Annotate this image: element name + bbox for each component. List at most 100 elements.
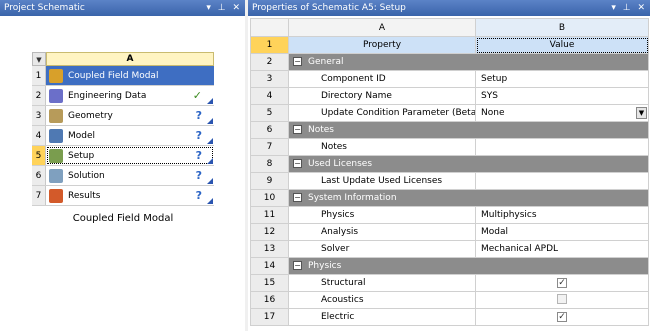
checkbox-unchecked[interactable] <box>557 293 567 304</box>
property-header: Property <box>288 36 476 54</box>
collapse-button[interactable]: ▼ <box>32 52 46 66</box>
system-row[interactable]: 1 Coupled Field Modal <box>32 66 214 86</box>
collapse-icon[interactable]: − <box>293 159 302 168</box>
section-row: 6 − Notes <box>250 121 649 139</box>
component-icon <box>49 148 63 163</box>
value-cell[interactable] <box>475 138 649 156</box>
property-name[interactable]: Structural <box>288 274 476 292</box>
context-corner-icon <box>207 158 213 164</box>
section-header[interactable]: − General <box>288 53 649 71</box>
panel-controls[interactable]: ▾ ⊥ ✕ <box>611 0 647 16</box>
property-name[interactable]: Last Update Used Licenses <box>288 172 476 190</box>
section-header[interactable]: − System Information <box>288 189 649 207</box>
collapse-icon[interactable]: − <box>293 193 302 202</box>
value-cell[interactable]: ✓ <box>475 308 649 326</box>
properties-grid: A B 1 Property Value 2 − General 3 Compone… <box>250 18 649 326</box>
section-header[interactable]: − Notes <box>288 121 649 139</box>
system-row[interactable]: 3 Geometry ? <box>32 106 214 126</box>
project-schematic-header: Project Schematic ▾ ⊥ ✕ <box>0 0 245 16</box>
value-cell[interactable]: None ▼ <box>475 104 649 122</box>
system-cell[interactable]: Setup ? <box>46 146 214 165</box>
context-corner-icon <box>207 118 213 124</box>
system-row[interactable]: 2 Engineering Data ✓ <box>32 86 214 106</box>
component-label: Coupled Field Modal <box>68 70 159 81</box>
component-icon <box>49 88 63 103</box>
section-row: 10 − System Information <box>250 189 649 207</box>
value-cell[interactable]: Modal <box>475 223 649 241</box>
row-number: 8 <box>250 155 289 173</box>
refresh-required-icon: ? <box>195 109 202 122</box>
row-number: 3 <box>250 70 289 88</box>
section-label: Notes <box>308 125 334 135</box>
property-name[interactable]: Electric <box>288 308 476 326</box>
checkbox-checked[interactable]: ✓ <box>557 312 567 322</box>
analysis-system-block[interactable]: ▼ A 1 Coupled Field Modal 2 Engineering … <box>32 52 214 208</box>
section-header[interactable]: − Used Licenses <box>288 155 649 173</box>
property-name[interactable]: Notes <box>288 138 476 156</box>
value-cell[interactable]: SYS <box>475 87 649 105</box>
column-b-header[interactable]: B <box>475 18 649 37</box>
collapse-icon[interactable]: − <box>293 261 302 270</box>
component-label: Results <box>68 190 101 201</box>
system-cell[interactable]: Model ? <box>46 126 214 145</box>
property-row: 4 Directory Name SYS <box>250 87 649 105</box>
system-cell[interactable]: Coupled Field Modal <box>46 66 214 85</box>
refresh-required-icon: ? <box>195 169 202 182</box>
row-number: 14 <box>250 257 289 275</box>
section-row: 2 − General <box>250 53 649 71</box>
property-row: 13 Solver Mechanical APDL <box>250 240 649 258</box>
system-cell[interactable]: Engineering Data ✓ <box>46 86 214 105</box>
row-number: 7 <box>250 138 289 156</box>
row-number: 4 <box>32 126 46 145</box>
value-cell[interactable]: Multiphysics <box>475 206 649 224</box>
component-label: Engineering Data <box>68 90 147 101</box>
row-number: 2 <box>250 53 289 71</box>
panel-title: Project Schematic <box>4 3 85 13</box>
system-cell[interactable]: Results ? <box>46 186 214 205</box>
refresh-required-icon: ? <box>195 149 202 162</box>
value-header[interactable]: Value <box>475 36 649 54</box>
property-name[interactable]: Update Condition Parameter (Beta) <box>288 104 476 122</box>
properties-header: Properties of Schematic A5: Setup ▾ ⊥ ✕ <box>248 0 650 16</box>
row-number: 16 <box>250 291 289 309</box>
system-row[interactable]: 5 Setup ? <box>32 146 214 166</box>
collapse-icon[interactable]: − <box>293 125 302 134</box>
property-name[interactable]: Solver <box>288 240 476 258</box>
row-number: 15 <box>250 274 289 292</box>
panel-controls[interactable]: ▾ ⊥ ✕ <box>206 0 242 16</box>
component-icon <box>49 108 63 123</box>
properties-panel: Properties of Schematic A5: Setup ▾ ⊥ ✕ … <box>248 0 650 331</box>
column-a-header[interactable]: A <box>288 18 476 37</box>
component-icon <box>49 168 63 183</box>
refresh-required-icon: ? <box>195 129 202 142</box>
component-label: Solution <box>68 170 105 181</box>
value-cell[interactable] <box>475 291 649 309</box>
component-label: Model <box>68 130 96 141</box>
value-cell[interactable]: ✓ <box>475 274 649 292</box>
system-row[interactable]: 6 Solution ? <box>32 166 214 186</box>
property-name[interactable]: Directory Name <box>288 87 476 105</box>
system-row[interactable]: 4 Model ? <box>32 126 214 146</box>
property-name[interactable]: Acoustics <box>288 291 476 309</box>
property-row: 15 Structural ✓ <box>250 274 649 292</box>
collapse-icon[interactable]: − <box>293 57 302 66</box>
row-number: 3 <box>32 106 46 125</box>
system-cell[interactable]: Geometry ? <box>46 106 214 125</box>
value-cell[interactable] <box>475 172 649 190</box>
property-name[interactable]: Physics <box>288 206 476 224</box>
context-corner-icon <box>207 138 213 144</box>
property-row: 11 Physics Multiphysics <box>250 206 649 224</box>
system-cell[interactable]: Solution ? <box>46 166 214 185</box>
row-number: 1 <box>32 66 46 85</box>
checkbox-checked[interactable]: ✓ <box>557 278 567 288</box>
value-cell[interactable]: Setup <box>475 70 649 88</box>
system-caption[interactable]: Coupled Field Modal <box>32 213 214 224</box>
section-header[interactable]: − Physics <box>288 257 649 275</box>
dropdown-arrow-icon[interactable]: ▼ <box>636 107 647 119</box>
property-row: 9 Last Update Used Licenses <box>250 172 649 190</box>
property-name[interactable]: Component ID <box>288 70 476 88</box>
system-row[interactable]: 7 Results ? <box>32 186 214 206</box>
value-cell[interactable]: Mechanical APDL <box>475 240 649 258</box>
row-number: 4 <box>250 87 289 105</box>
property-name[interactable]: Analysis <box>288 223 476 241</box>
